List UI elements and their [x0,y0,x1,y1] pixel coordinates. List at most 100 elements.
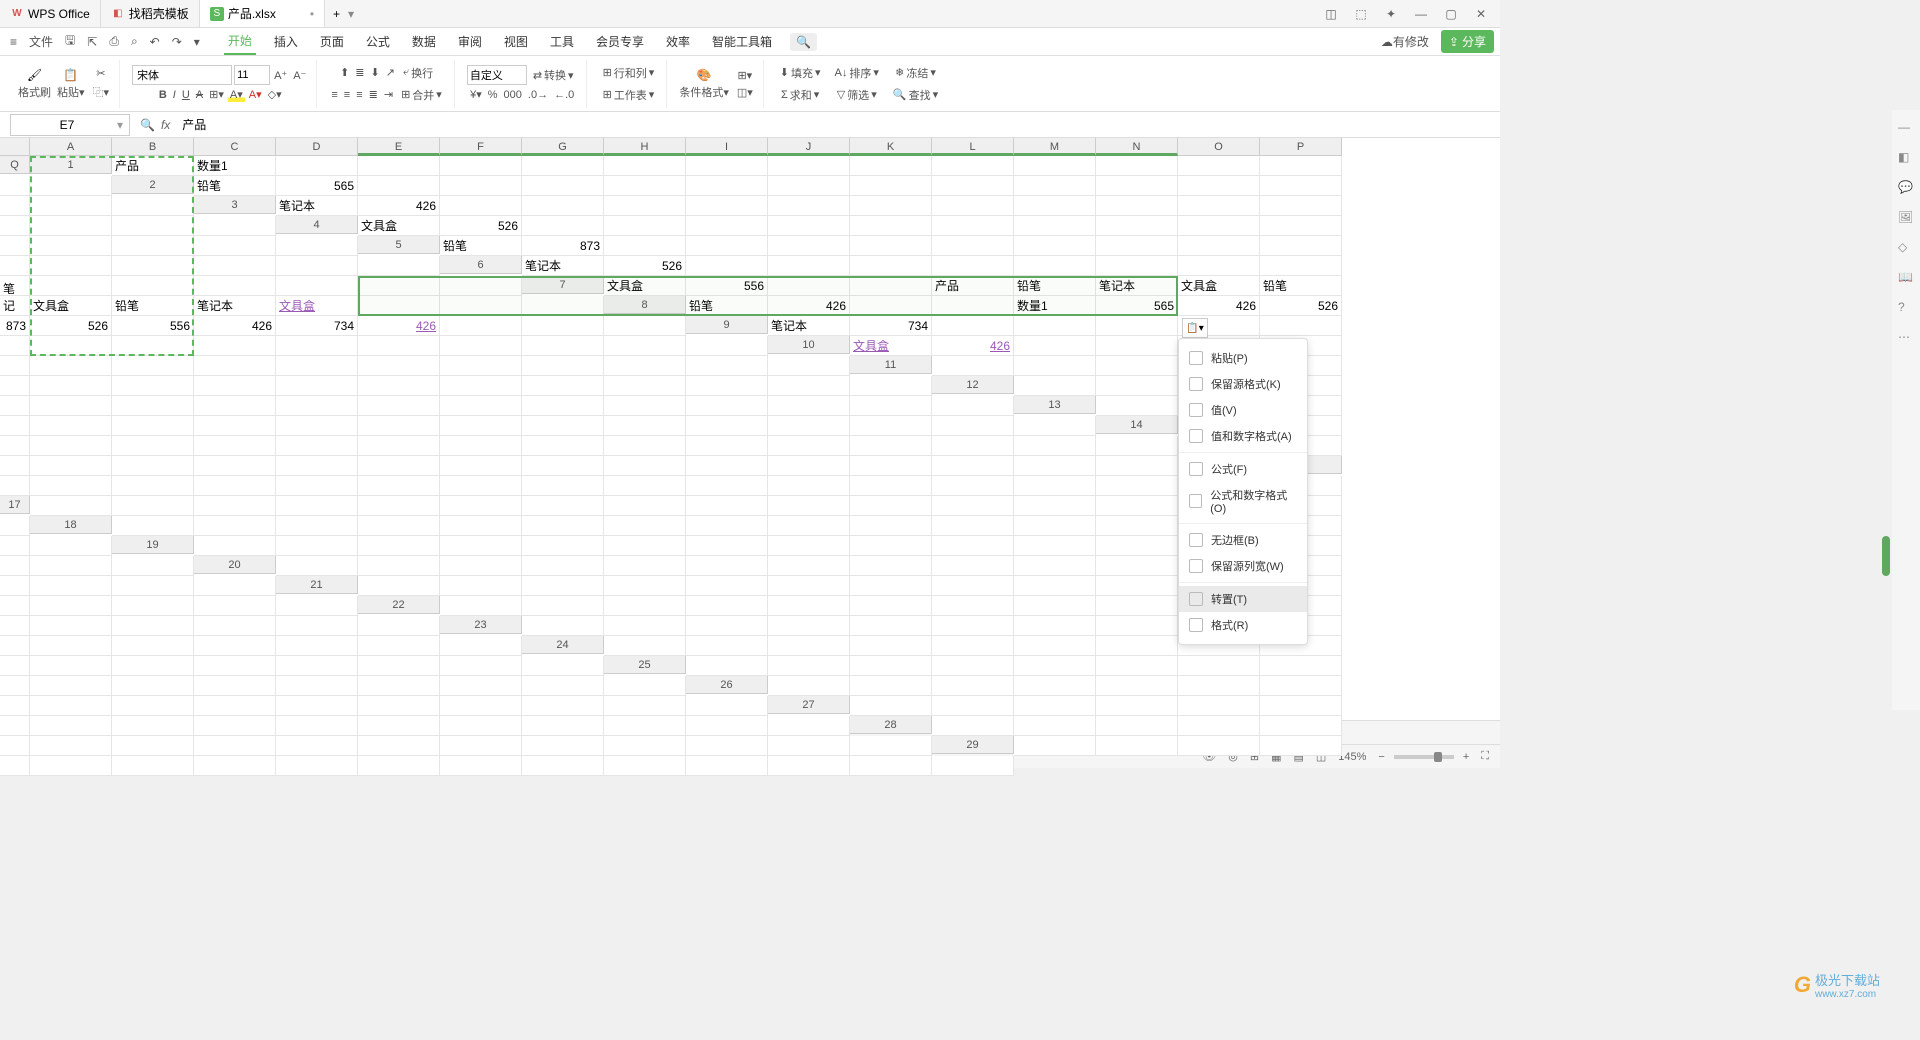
cell[interactable] [768,456,850,476]
cell[interactable] [932,176,1014,196]
cell[interactable] [604,516,686,536]
cell[interactable] [604,456,686,476]
cell[interactable] [932,476,1014,496]
comma-icon[interactable]: 000 [502,88,524,102]
cell[interactable] [1178,696,1260,716]
cell[interactable] [522,476,604,496]
cell[interactable] [522,596,604,616]
cell[interactable] [440,396,522,416]
cell[interactable] [112,376,194,396]
cell[interactable] [358,516,440,536]
cell[interactable] [768,536,850,556]
maximize-icon[interactable]: ▢ [1440,3,1462,25]
cell[interactable] [522,656,604,676]
paste-option-values[interactable]: 值(V) [1179,397,1307,423]
cell[interactable] [686,716,768,736]
cell[interactable] [932,436,1014,456]
paste-option-format[interactable]: 格式(R) [1179,612,1307,638]
cell[interactable] [522,756,604,776]
cell[interactable] [768,416,850,436]
cell[interactable]: 556 [112,316,194,336]
cell[interactable] [850,396,932,416]
cell[interactable] [30,336,112,356]
cond-format-icon[interactable]: 🎨 [697,68,712,82]
cell[interactable] [932,556,1014,576]
row-header[interactable]: 11 [850,356,932,374]
row-header[interactable]: 20 [194,556,276,574]
cell[interactable] [440,176,522,196]
cell[interactable] [768,376,850,396]
cell[interactable] [768,656,850,676]
cell[interactable] [30,436,112,456]
export-icon[interactable]: ⇱ [83,33,101,51]
cell[interactable] [194,516,276,536]
cell[interactable] [440,756,522,776]
cell[interactable] [686,436,768,456]
cell[interactable] [1260,236,1342,256]
cell[interactable] [686,336,768,356]
cell[interactable] [194,736,276,756]
cell[interactable] [850,176,932,196]
cell[interactable] [932,756,1014,776]
cell[interactable] [0,436,30,456]
cell[interactable]: 734 [850,316,932,336]
paste-option-transpose[interactable]: 转置(T) [1179,586,1307,612]
tab-current-file[interactable]: S 产品.xlsx • [200,0,325,27]
cell[interactable] [932,576,1014,596]
cell[interactable] [522,436,604,456]
cell[interactable] [30,476,112,496]
cell[interactable] [440,316,522,336]
column-header[interactable]: L [932,138,1014,156]
cell[interactable] [276,636,358,656]
cell[interactable] [358,456,440,476]
book-icon[interactable]: 📖 [1898,270,1914,286]
dec-decimal-icon[interactable]: ←.0 [552,88,576,102]
cell[interactable] [30,656,112,676]
cell[interactable] [522,396,604,416]
cell[interactable] [440,336,522,356]
cell[interactable] [30,276,112,296]
shapes-icon[interactable]: ◇ [1898,240,1914,256]
column-header[interactable]: G [522,138,604,156]
cell[interactable] [850,636,932,656]
hamburger-icon[interactable]: — [1898,120,1914,136]
convert-button[interactable]: ⇄转换▾ [529,65,578,85]
formula-input[interactable]: 产品 [178,116,1500,133]
cell[interactable] [440,556,522,576]
cell[interactable] [1260,196,1342,216]
cell[interactable] [1178,676,1260,696]
paste-option-keep-format[interactable]: 保留源格式(K) [1179,371,1307,397]
column-header[interactable]: Q [0,156,30,174]
cell[interactable]: 笔记本 [0,296,30,316]
cell[interactable] [30,616,112,636]
cell[interactable] [0,396,30,416]
cell[interactable] [0,696,30,716]
fill-button[interactable]: ⬇填充▾ [776,63,825,83]
cell[interactable] [194,676,276,696]
cell[interactable] [850,536,932,556]
cell[interactable]: 文具盒 [358,216,440,236]
cell[interactable] [440,536,522,556]
cell-style-icon[interactable]: ◫▾ [735,85,755,100]
cell[interactable] [686,516,768,536]
cell[interactable] [686,376,768,396]
cell[interactable] [440,376,522,396]
cell[interactable] [440,596,522,616]
cell[interactable] [768,196,850,216]
cell[interactable] [0,556,30,576]
cell[interactable] [440,356,522,376]
cell[interactable] [686,536,768,556]
cell[interactable] [112,456,194,476]
cell[interactable]: 产品 [932,276,1014,296]
cell[interactable] [112,256,194,276]
cell[interactable] [30,176,112,196]
cell[interactable] [1014,676,1096,696]
cell[interactable]: 556 [686,276,768,296]
wrap-button[interactable]: ⤶换行 [399,63,437,83]
cell[interactable] [276,756,358,776]
column-header[interactable]: B [112,138,194,156]
cell[interactable] [440,436,522,456]
cell[interactable] [30,416,112,436]
percent-icon[interactable]: % [486,88,500,102]
cell[interactable] [768,576,850,596]
